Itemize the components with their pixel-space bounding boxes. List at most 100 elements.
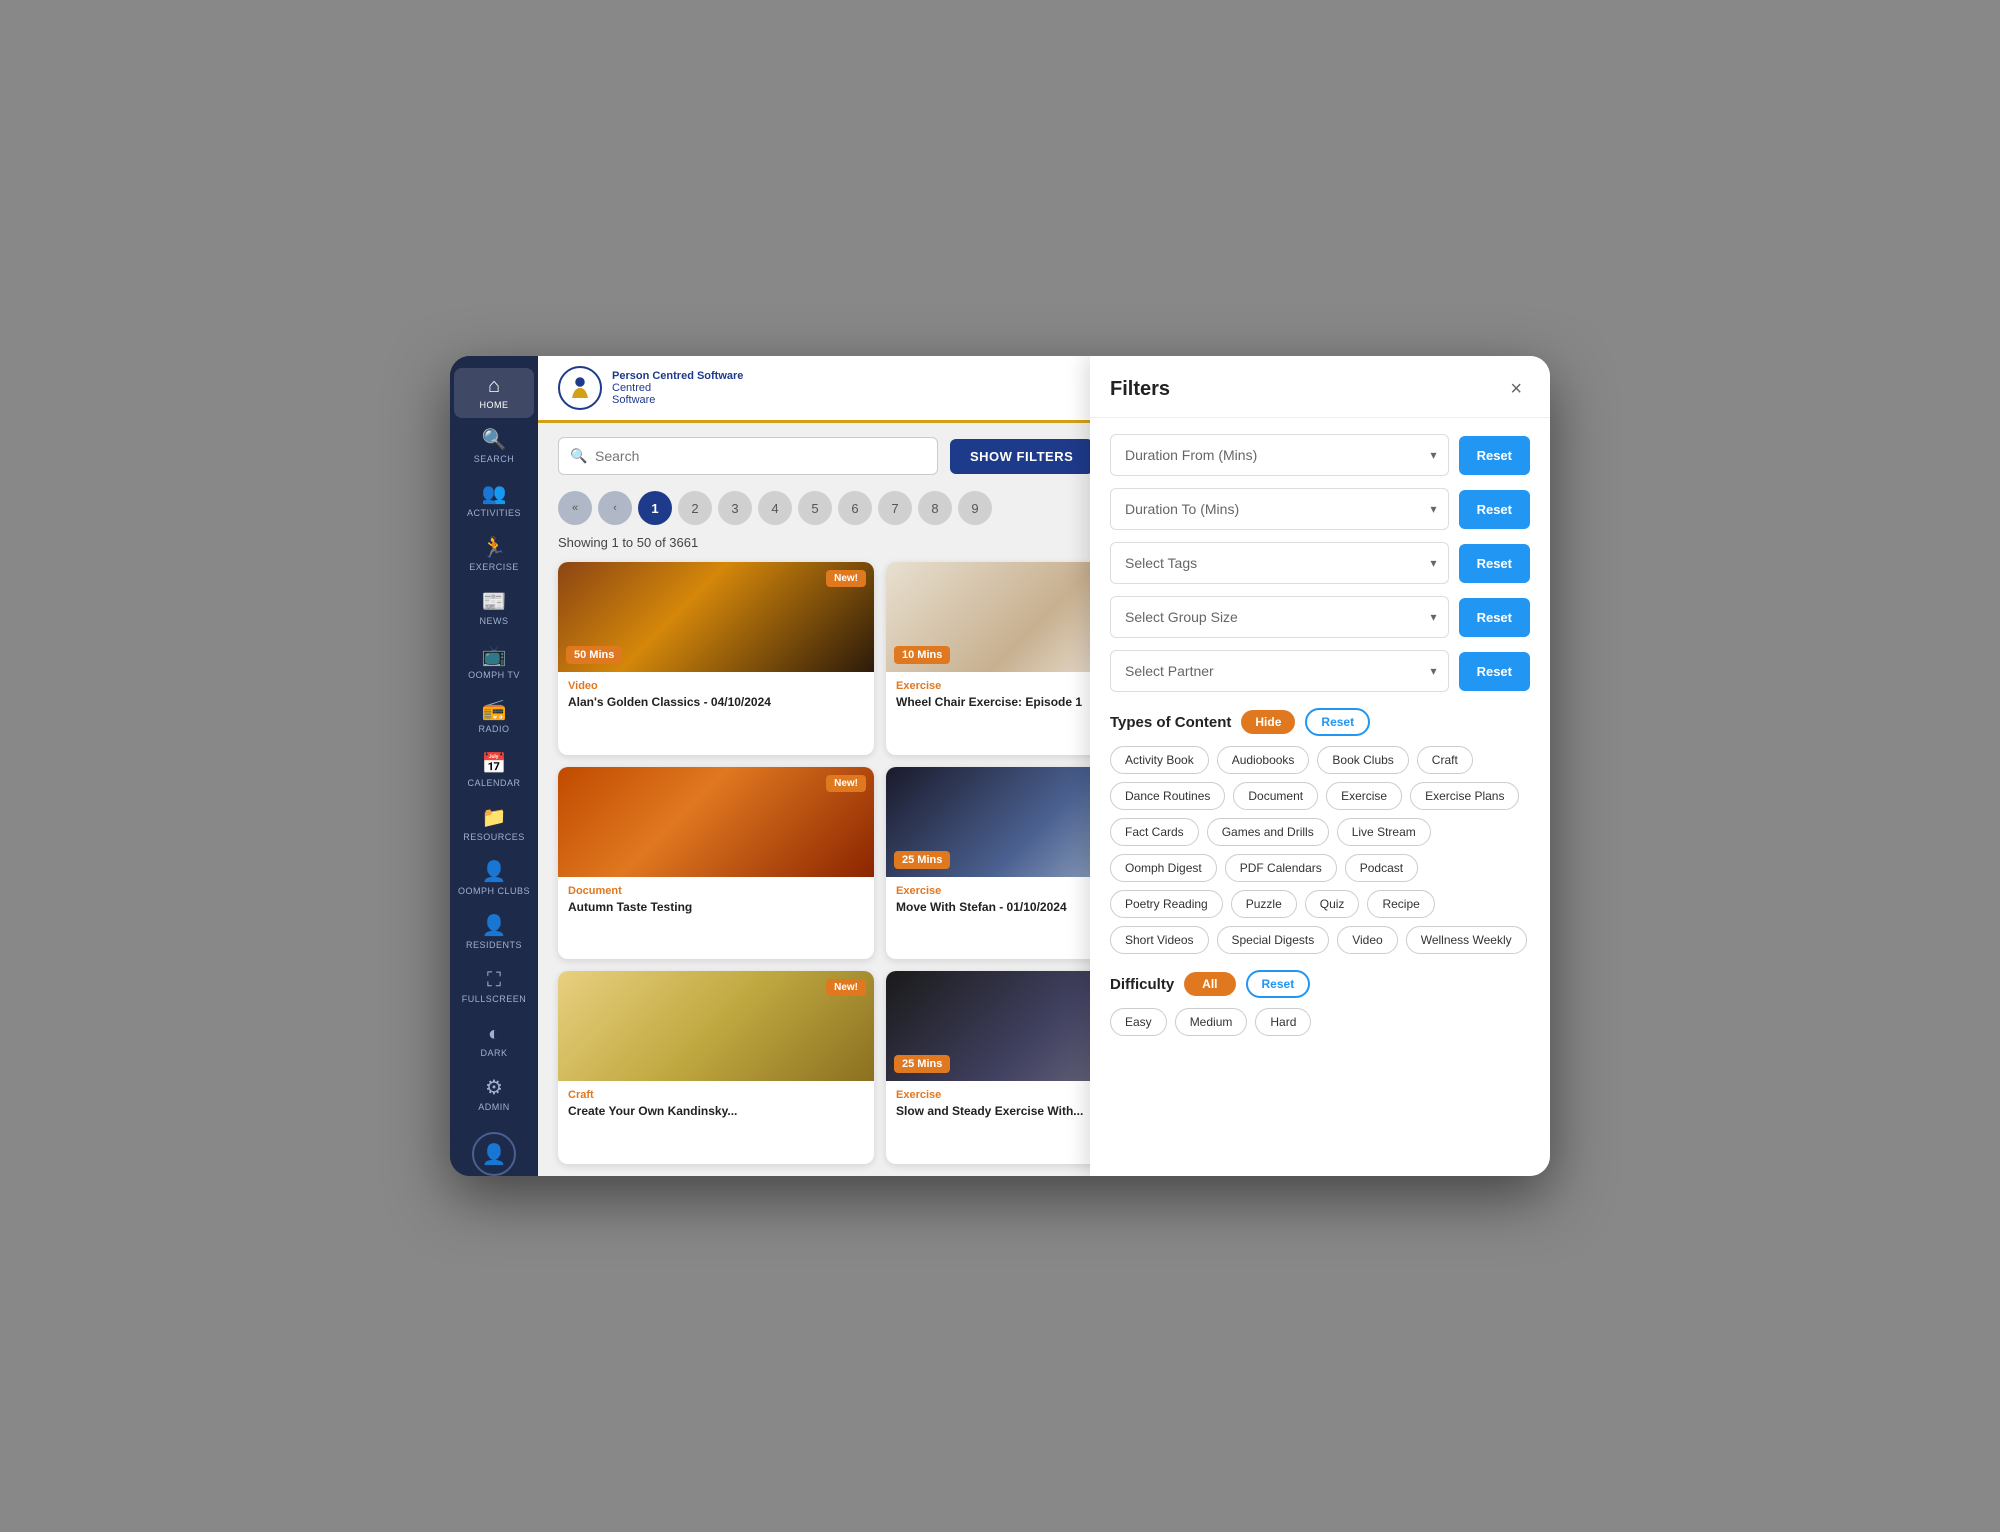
dark-icon: ◐ [488, 1024, 500, 1044]
content-type-tag[interactable]: PDF Calendars [1225, 854, 1337, 882]
page-7-button[interactable]: 7 [878, 491, 912, 525]
activities-icon: 👥 [482, 484, 507, 504]
filter-row-group-size: Select Group Size ▾ Reset [1110, 596, 1530, 638]
card-item[interactable]: New! Craft Create Your Own Kandinsky... [558, 971, 874, 1164]
content-type-tag[interactable]: Poetry Reading [1110, 890, 1223, 918]
sidebar-item-calendar[interactable]: 📅 CALENDAR [454, 746, 534, 796]
reset-tags-button[interactable]: Reset [1459, 544, 1530, 583]
sidebar-label-news: NEWS [480, 616, 509, 626]
prev-page-button[interactable]: ‹ [598, 491, 632, 525]
reset-group-size-button[interactable]: Reset [1459, 598, 1530, 637]
group-size-wrap: Select Group Size ▾ [1110, 596, 1449, 638]
content-type-tag[interactable]: Puzzle [1231, 890, 1297, 918]
logo-icon [558, 366, 602, 410]
sidebar-label-oomph-tv: OOMPH TV [468, 670, 520, 680]
duration-to-select[interactable]: Duration To (Mins) [1110, 488, 1449, 530]
sidebar-item-activities[interactable]: 👥 ACTIVITIES [454, 476, 534, 526]
difficulty-tag[interactable]: Medium [1175, 1008, 1248, 1036]
content-type-tag[interactable]: Recipe [1367, 890, 1434, 918]
first-page-button[interactable]: « [558, 491, 592, 525]
content-type-tag[interactable]: Craft [1417, 746, 1473, 774]
content-type-tag[interactable]: Wellness Weekly [1406, 926, 1527, 954]
page-2-button[interactable]: 2 [678, 491, 712, 525]
content-type-tag[interactable]: Games and Drills [1207, 818, 1329, 846]
duration-to-wrap: Duration To (Mins) ▾ [1110, 488, 1449, 530]
sidebar-item-dark[interactable]: ◐ DARK [454, 1016, 534, 1066]
logo-text: Person Centred Software Centred Software [612, 370, 743, 406]
sidebar-item-search[interactable]: 🔍 SEARCH [454, 422, 534, 472]
show-filters-button[interactable]: SHOW FILTERS [950, 439, 1093, 474]
search-input[interactable] [558, 437, 938, 475]
card-item[interactable]: New! 50 Mins Video Alan's Golden Classic… [558, 562, 874, 755]
content-type-tag[interactable]: Special Digests [1217, 926, 1330, 954]
sidebar-item-home[interactable]: ⌂ HOME [454, 368, 534, 418]
sidebar-item-fullscreen[interactable]: ⛶ FULLSCREEN [454, 962, 534, 1012]
page-1-button[interactable]: 1 [638, 491, 672, 525]
card-title: Autumn Taste Testing [568, 900, 864, 916]
content-type-tag[interactable]: Book Clubs [1317, 746, 1408, 774]
mins-badge: 25 Mins [894, 1055, 950, 1073]
resources-icon: 📁 [482, 808, 507, 828]
difficulty-reset-button[interactable]: Reset [1246, 970, 1311, 998]
content-type-tag[interactable]: Oomph Digest [1110, 854, 1217, 882]
sidebar-item-exercise[interactable]: 🏃 EXERCISE [454, 530, 534, 580]
page-8-button[interactable]: 8 [918, 491, 952, 525]
exercise-icon: 🏃 [482, 538, 507, 558]
content-type-tag[interactable]: Document [1233, 782, 1318, 810]
reset-duration-to-button[interactable]: Reset [1459, 490, 1530, 529]
sidebar-item-residents[interactable]: 👤 RESIDENTS [454, 908, 534, 958]
filter-row-partner: Select Partner ▾ Reset [1110, 650, 1530, 692]
content-type-tag[interactable]: Exercise Plans [1410, 782, 1519, 810]
content-type-tag[interactable]: Dance Routines [1110, 782, 1225, 810]
sidebar-item-oomph-tv[interactable]: 📺 OOMPH TV [454, 638, 534, 688]
content-type-tag[interactable]: Audiobooks [1217, 746, 1310, 774]
card-item[interactable]: New! Document Autumn Taste Testing [558, 767, 874, 960]
card-category: Craft [568, 1089, 864, 1101]
tags-select[interactable]: Select Tags [1110, 542, 1449, 584]
duration-from-select[interactable]: Duration From (Mins) [1110, 434, 1449, 476]
content-type-tag[interactable]: Activity Book [1110, 746, 1209, 774]
page-6-button[interactable]: 6 [838, 491, 872, 525]
sidebar-label-resources: RESOURCES [463, 832, 525, 842]
sidebar-item-resources[interactable]: 📁 RESOURCES [454, 800, 534, 850]
partner-select[interactable]: Select Partner [1110, 650, 1449, 692]
sidebar-label-admin: ADMIN [478, 1102, 510, 1112]
sidebar-label-exercise: EXERCISE [469, 562, 519, 572]
filter-close-button[interactable]: × [1502, 374, 1530, 405]
content-type-tag[interactable]: Live Stream [1337, 818, 1431, 846]
sidebar-label-radio: RADIO [478, 724, 509, 734]
sidebar-label-calendar: CALENDAR [467, 778, 520, 788]
difficulty-all-button[interactable]: All [1184, 972, 1235, 996]
card-category: Video [568, 680, 864, 692]
reset-duration-from-button[interactable]: Reset [1459, 436, 1530, 475]
content-type-tag[interactable]: Short Videos [1110, 926, 1209, 954]
content-type-tag[interactable]: Fact Cards [1110, 818, 1199, 846]
content-type-tag[interactable]: Video [1337, 926, 1397, 954]
filter-scrollable[interactable]: Duration From (Mins) ▾ Reset Duration To… [1090, 418, 1550, 1176]
reset-partner-button[interactable]: Reset [1459, 652, 1530, 691]
content-type-tag[interactable]: Exercise [1326, 782, 1402, 810]
sidebar-item-admin[interactable]: ⚙ ADMIN [454, 1070, 534, 1120]
difficulty-tags: Easy MediumHard [1110, 1008, 1530, 1036]
types-reset-button[interactable]: Reset [1305, 708, 1370, 736]
difficulty-section: Difficulty All Reset EasyMediumHard [1110, 970, 1530, 1036]
filter-panel: Filters × Duration From (Mins) ▾ Reset [1090, 356, 1550, 1176]
sidebar-item-news[interactable]: 📰 NEWS [454, 584, 534, 634]
content-type-tag[interactable]: Podcast [1345, 854, 1418, 882]
content-type-tag[interactable]: Quiz [1305, 890, 1360, 918]
sidebar-item-oomph-clubs[interactable]: 👤 OOMPH CLUBS [454, 854, 534, 904]
difficulty-tag[interactable]: Easy [1110, 1008, 1167, 1036]
sidebar-label-dark: DARK [480, 1048, 507, 1058]
sidebar: ⌂ HOME 🔍 SEARCH 👥 ACTIVITIES 🏃 EXERCISE … [450, 356, 538, 1176]
sidebar-item-radio[interactable]: 📻 RADIO [454, 692, 534, 742]
filter-row-duration-from: Duration From (Mins) ▾ Reset [1110, 434, 1530, 476]
page-4-button[interactable]: 4 [758, 491, 792, 525]
sidebar-label-fullscreen: FULLSCREEN [462, 994, 527, 1004]
page-3-button[interactable]: 3 [718, 491, 752, 525]
page-5-button[interactable]: 5 [798, 491, 832, 525]
group-size-select[interactable]: Select Group Size [1110, 596, 1449, 638]
difficulty-tag[interactable]: Hard [1255, 1008, 1311, 1036]
user-avatar[interactable]: 👤 [472, 1132, 516, 1176]
types-hide-button[interactable]: Hide [1241, 710, 1295, 734]
page-9-button[interactable]: 9 [958, 491, 992, 525]
